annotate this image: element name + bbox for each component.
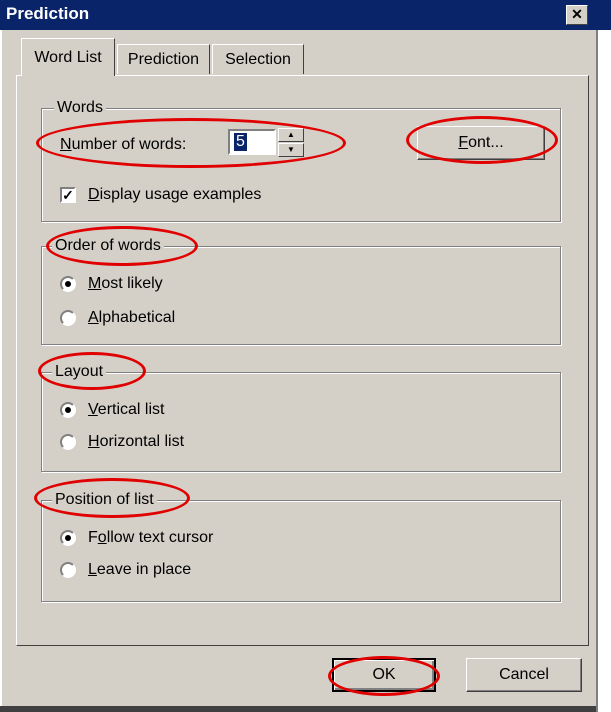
usage-examples-checkbox[interactable]: ✓ (60, 187, 76, 203)
leave-in-place-label: Leave in place (88, 561, 192, 578)
horizontal-list-label: Horizontal list (88, 433, 185, 450)
most-likely-label: Most likely (88, 275, 163, 292)
number-of-words-value: 5 (234, 133, 247, 151)
horizontal-list-radio[interactable] (60, 434, 76, 450)
leave-in-place-radio[interactable] (60, 562, 76, 578)
vertical-list-label: Vertical list (88, 401, 165, 418)
close-icon: ✕ (571, 6, 583, 22)
tab-word-list[interactable]: Word List (21, 38, 115, 76)
vertical-list-radio[interactable] (60, 402, 76, 418)
window-edge-bottom (0, 706, 596, 712)
position-group (41, 500, 561, 602)
window-edge-left (0, 30, 2, 712)
spin-down-button[interactable]: ▼ (278, 143, 304, 157)
usage-examples-label: Display usage examples (88, 186, 262, 203)
cancel-button[interactable]: Cancel (466, 658, 582, 692)
tab-prediction[interactable]: Prediction (117, 44, 210, 74)
title-bar (0, 0, 611, 30)
layout-group (41, 372, 561, 472)
tab-selection[interactable]: Selection (212, 44, 304, 74)
follow-cursor-label: Follow text cursor (88, 529, 214, 546)
ok-button[interactable]: OK (332, 658, 436, 692)
window-edge-right (596, 30, 611, 712)
position-legend: Position of list (52, 491, 157, 509)
alphabetical-label: Alphabetical (88, 309, 176, 326)
follow-cursor-radio[interactable] (60, 530, 76, 546)
arrow-up-icon: ▲ (287, 130, 295, 139)
close-button[interactable]: ✕ (566, 5, 588, 25)
number-of-words-input[interactable]: 5 (228, 129, 276, 155)
spin-up-button[interactable]: ▲ (278, 128, 304, 142)
font-button[interactable]: Font... (417, 126, 545, 160)
number-of-words-label: Number of words: (60, 136, 187, 153)
layout-legend: Layout (52, 363, 107, 381)
most-likely-radio[interactable] (60, 276, 76, 292)
window-title: Prediction (6, 4, 90, 23)
checkmark-icon: ✓ (62, 187, 74, 203)
words-legend: Words (54, 99, 106, 117)
alphabetical-radio[interactable] (60, 310, 76, 326)
arrow-down-icon: ▼ (287, 145, 295, 154)
order-group (41, 246, 561, 345)
order-legend: Order of words (52, 237, 164, 255)
